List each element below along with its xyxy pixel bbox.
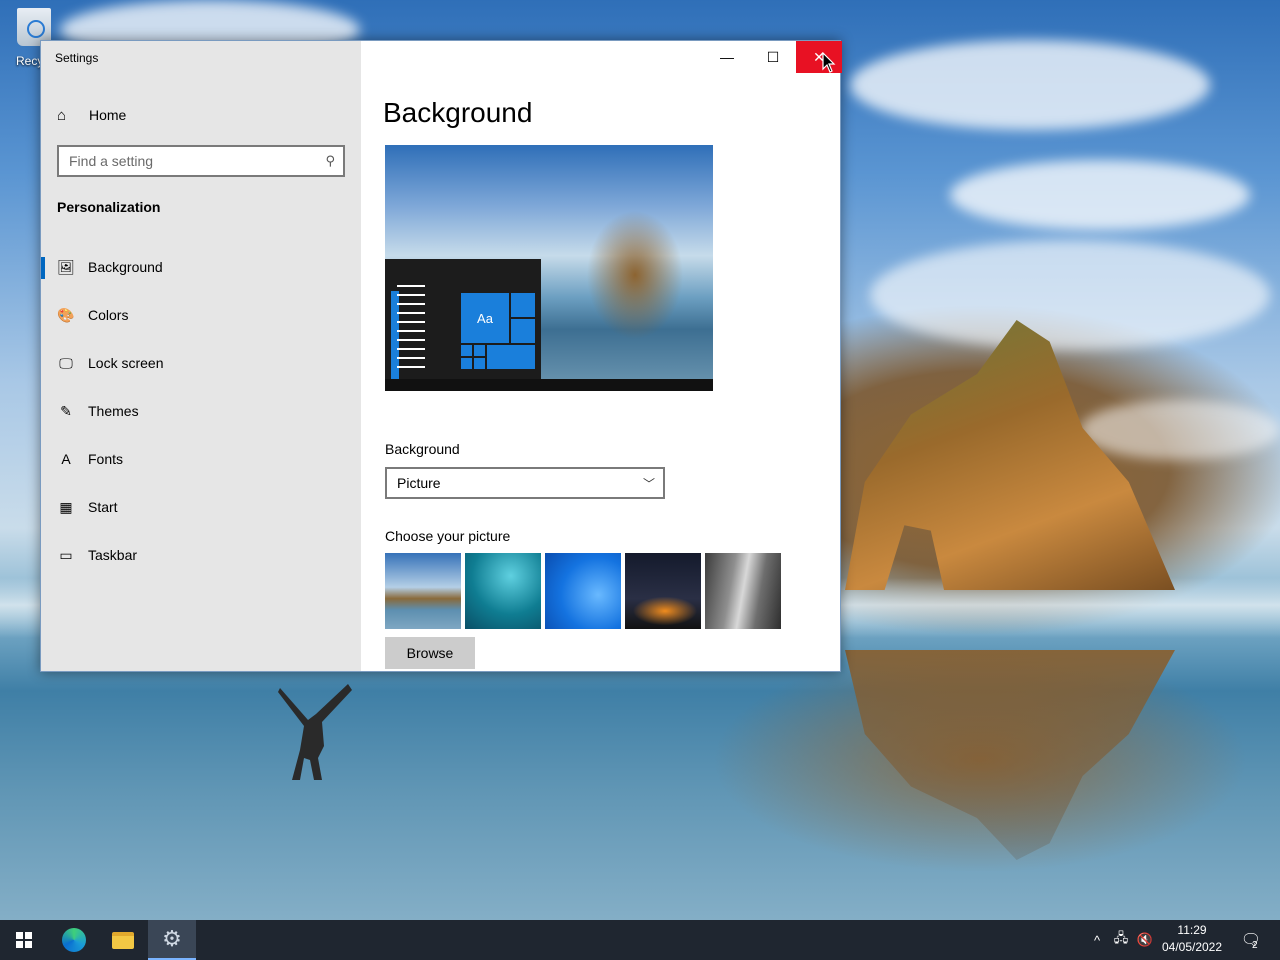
handstand-person (278, 684, 352, 780)
clock-time: 11:29 (1177, 923, 1207, 937)
cloud (950, 160, 1250, 230)
sidebar-item-background[interactable]: 🖼 Background (41, 243, 361, 291)
search-icon[interactable]: ⚲ (325, 153, 335, 169)
taskbar-icon: ▭ (59, 546, 73, 563)
cloud (850, 40, 1210, 130)
notification-icon: 🗨 (1240, 932, 1262, 949)
picture-thumbnail-night-sky[interactable] (625, 553, 701, 629)
picture-thumbnail-underwater[interactable] (465, 553, 541, 629)
folder-icon (112, 931, 134, 949)
clock-date: 04/05/2022 (1161, 940, 1223, 954)
preview-taskbar (385, 379, 713, 391)
settings-taskbar-button[interactable]: ⚙ (148, 920, 196, 960)
windows-icon (16, 932, 32, 948)
palette-icon: 🎨 (57, 306, 75, 323)
picture-thumbnails (385, 553, 785, 629)
sidebar-item-label: Themes (88, 403, 139, 419)
edge-taskbar-button[interactable] (50, 920, 98, 960)
sidebar-item-lock-screen[interactable]: 🖵 Lock screen (41, 339, 361, 387)
sidebar-item-label: Background (88, 259, 163, 275)
background-type-label: Background (385, 441, 460, 457)
network-button[interactable]: 🖧 (1110, 920, 1132, 960)
home-label: Home (89, 107, 127, 123)
image-icon: 🖼 (57, 258, 75, 275)
chevron-up-icon: ^ (1093, 932, 1101, 948)
gear-icon: ⚙ (162, 926, 182, 951)
action-center-button[interactable]: 🗨 2 (1236, 920, 1266, 960)
search-input[interactable] (59, 152, 311, 170)
network-icon: 🖧 (1113, 930, 1129, 945)
cloud (1080, 400, 1280, 460)
start-button[interactable] (0, 920, 48, 960)
sidebar-item-themes[interactable]: ✎ Themes (41, 387, 361, 435)
font-icon: A (61, 451, 71, 467)
show-hidden-icons-button[interactable]: ^ (1088, 920, 1106, 960)
sidebar-item-label: Start (88, 499, 118, 515)
background-type-value: Picture (397, 475, 441, 491)
sidebar-item-label: Taskbar (88, 547, 138, 563)
brush-icon: ✎ (60, 402, 72, 419)
sidebar-item-label: Lock screen (88, 355, 164, 371)
chevron-down-icon: ﹀ (642, 476, 655, 491)
window-title: Settings (55, 51, 99, 65)
cloud (870, 240, 1270, 350)
sidebar-item-fonts[interactable]: A Fonts (41, 435, 361, 483)
page-title: Background (383, 97, 533, 128)
picture-thumbnail-rock[interactable] (705, 553, 781, 629)
home-link[interactable]: ⌂ Home (57, 105, 126, 125)
sidebar-item-label: Fonts (88, 451, 124, 467)
file-explorer-taskbar-button[interactable] (99, 920, 147, 960)
preview-menu-lines (393, 285, 425, 375)
clock[interactable]: 11:29 04/05/2022 (1158, 922, 1226, 956)
picture-thumbnail-windows[interactable] (545, 553, 621, 629)
sidebar-item-label: Colors (88, 307, 129, 323)
preview-tiles: Aa (461, 293, 535, 379)
volume-button[interactable]: 🔇 (1134, 920, 1156, 960)
lock-screen-icon: 🖵 (59, 354, 73, 371)
sidebar-item-start[interactable]: ▦ Start (41, 483, 361, 531)
browse-button[interactable]: Browse (385, 637, 475, 669)
notification-count: 2 (1252, 940, 1258, 951)
minimize-button[interactable]: — (704, 41, 750, 73)
mouse-cursor-icon (822, 52, 836, 73)
volume-muted-icon: 🔇 (1136, 932, 1154, 947)
start-icon: ▦ (59, 498, 73, 515)
settings-window: Settings ⌂ Home ⚲ Personalization 🖼 Back… (40, 40, 842, 672)
search-box: ⚲ (57, 145, 345, 177)
picture-thumbnail-beach[interactable] (385, 553, 461, 629)
sidebar-nav: 🖼 Background 🎨 Colors 🖵 Lock screen ✎ Th… (41, 243, 361, 579)
section-title: Personalization (57, 199, 161, 215)
sidebar-item-taskbar[interactable]: ▭ Taskbar (41, 531, 361, 579)
maximize-button[interactable]: ☐ (750, 41, 796, 73)
sidebar-item-colors[interactable]: 🎨 Colors (41, 291, 361, 339)
home-icon: ⌂ (57, 106, 67, 124)
preview-tile-text: Aa (461, 293, 509, 343)
rock-reflection (845, 650, 1175, 860)
sidebar: Settings ⌂ Home ⚲ Personalization 🖼 Back… (41, 41, 361, 671)
edge-icon (62, 928, 86, 952)
choose-picture-label: Choose your picture (385, 528, 511, 544)
taskbar: ⚙ ^ 🖧 🔇 11:29 04/05/2022 🗨 2 (0, 920, 1280, 960)
background-preview: Aa (385, 145, 713, 391)
background-type-select[interactable]: Picture ﹀ (385, 467, 665, 499)
